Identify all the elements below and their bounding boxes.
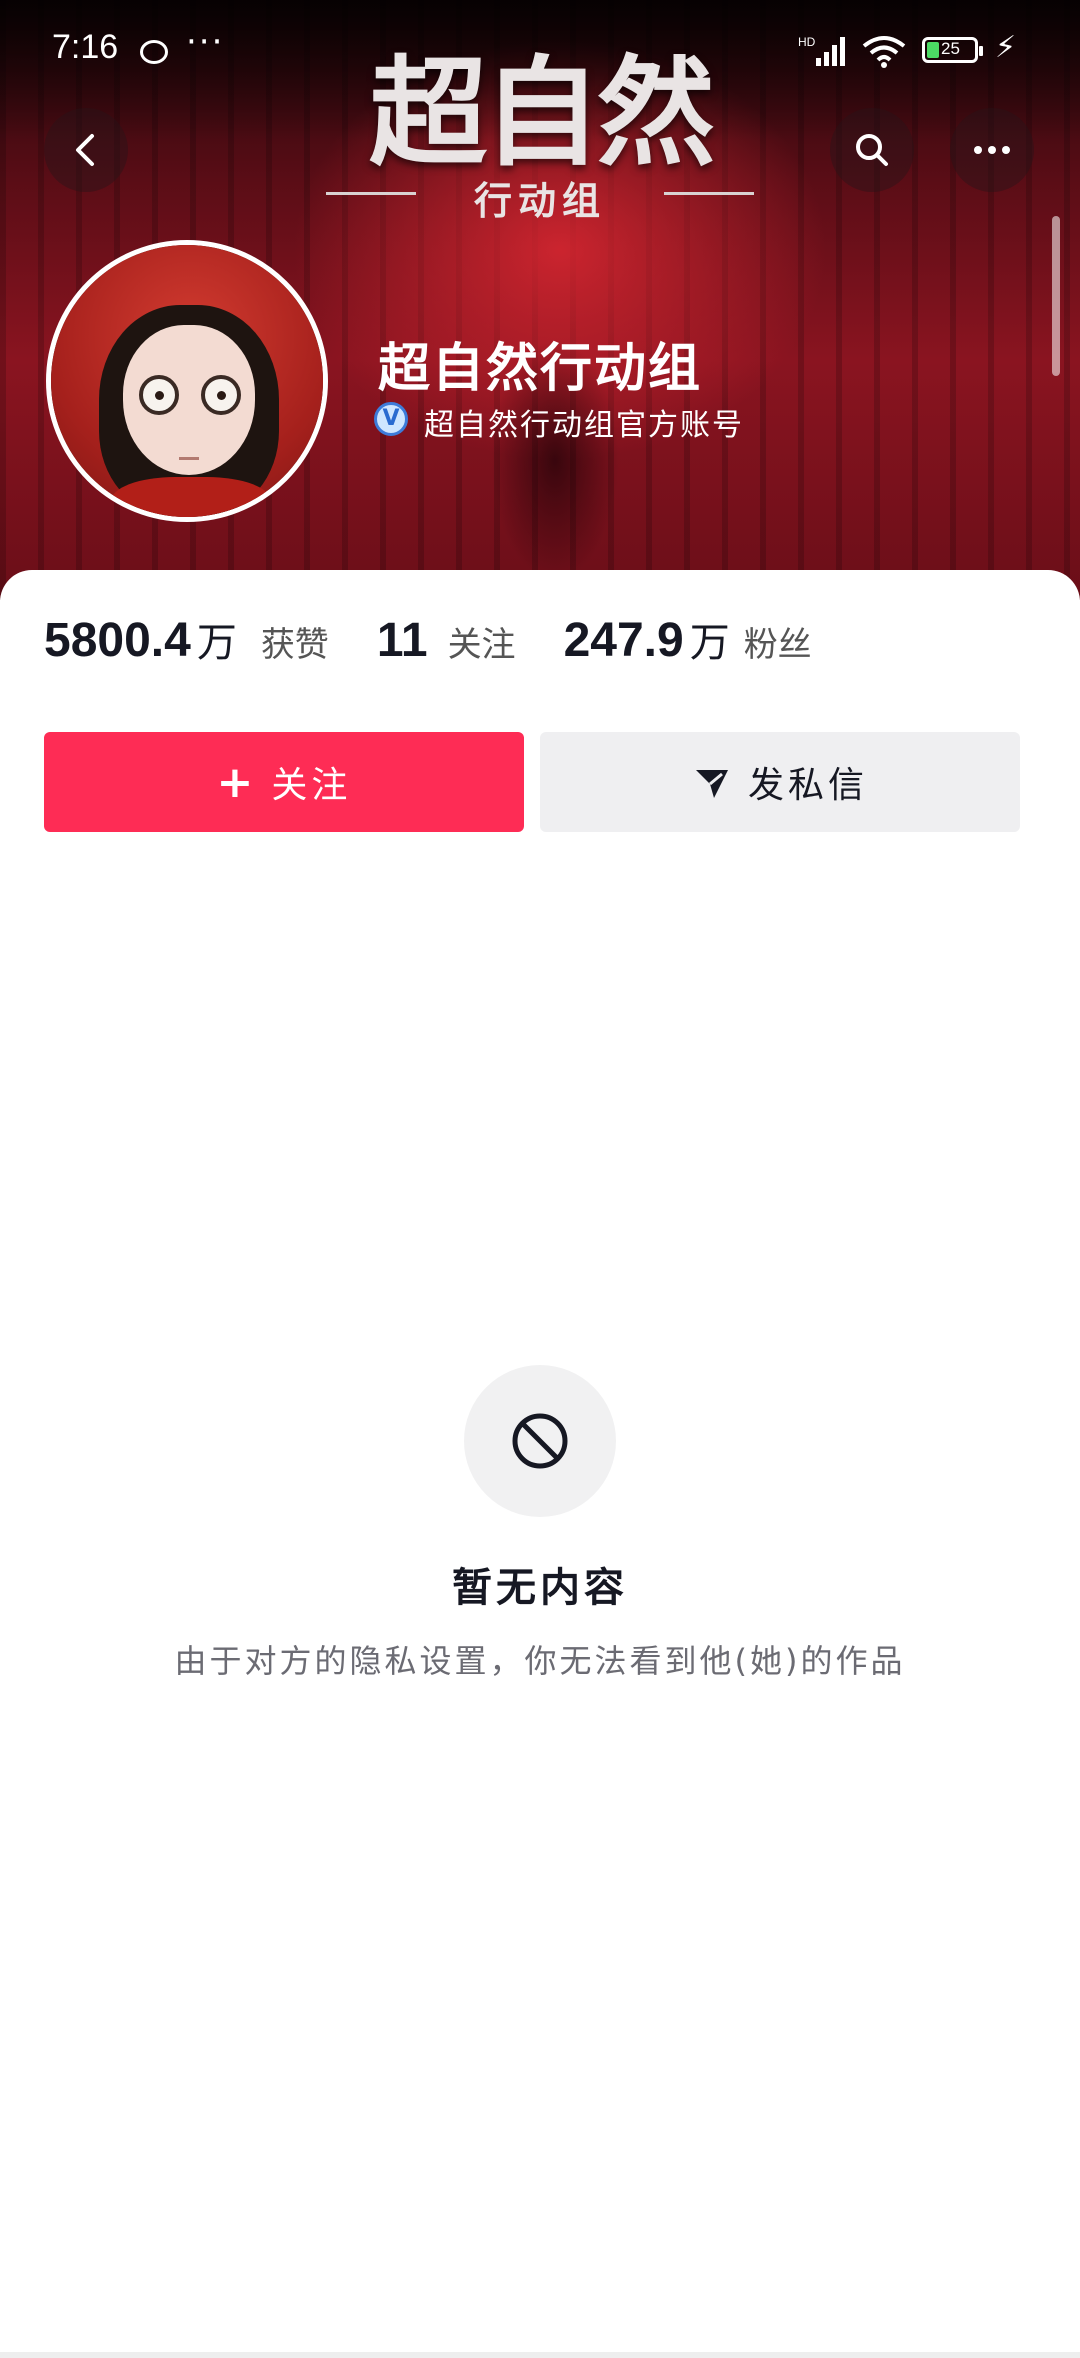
- more-button[interactable]: [950, 108, 1034, 192]
- back-icon: [76, 134, 94, 166]
- message-button[interactable]: 发私信: [540, 732, 1020, 832]
- profile-card: 5800.4 万 获赞 11 关注 247.9 万 粉丝 + 关注 发私信 暂无…: [0, 570, 1080, 2358]
- status-more-indicator: ···: [186, 22, 225, 62]
- scrollbar[interactable]: [1052, 216, 1060, 376]
- avatar[interactable]: [46, 240, 328, 522]
- message-button-label: 发私信: [747, 765, 868, 806]
- avatar-eye-right: [201, 375, 241, 415]
- followers-label[interactable]: 粉丝: [744, 617, 812, 666]
- empty-state-title: 暂无内容: [452, 1565, 628, 1611]
- profile-name: 超自然行动组: [378, 339, 703, 399]
- plus-icon: +: [216, 756, 258, 808]
- more-icon: [974, 146, 1010, 154]
- avatar-collar: [111, 477, 271, 517]
- charging-icon: ⚡: [995, 30, 1017, 65]
- likes-label: 获赞: [260, 625, 329, 665]
- follow-button[interactable]: + 关注: [44, 732, 524, 832]
- stats-row: 5800.4 万 获赞 11 关注 247.9 万 粉丝: [44, 610, 812, 670]
- back-button[interactable]: [44, 108, 128, 192]
- send-icon: [695, 770, 728, 798]
- followers-unit: 万: [689, 620, 730, 666]
- logo-subtitle: 行动组: [290, 170, 790, 225]
- battery-level: 25: [941, 39, 960, 58]
- blocked-icon: [512, 1413, 568, 1469]
- network-label: HD: [798, 35, 816, 49]
- battery-fill: [927, 42, 939, 58]
- avatar-eye-left: [139, 375, 179, 415]
- following-count[interactable]: 11: [377, 613, 428, 668]
- notification-icon: [140, 40, 168, 64]
- verified-text: 超自然行动组官方账号: [424, 408, 744, 443]
- signal-icon: HD: [798, 35, 845, 66]
- status-time: 7:16: [52, 28, 119, 66]
- avatar-mouth: [179, 457, 199, 460]
- verified-icon: V: [374, 402, 408, 436]
- bottom-edge: [0, 2352, 1080, 2358]
- following-label[interactable]: 关注: [448, 617, 516, 666]
- wifi-icon: [862, 36, 906, 68]
- followers-count[interactable]: 247.9: [564, 613, 684, 668]
- likes-count: 5800.4: [44, 614, 191, 667]
- search-icon: [856, 134, 888, 166]
- likes-unit: 万: [196, 620, 237, 666]
- empty-state-description: 由于对方的隐私设置，你无法看到他(她)的作品: [174, 1642, 906, 1680]
- empty-state-icon-wrap: [464, 1365, 616, 1517]
- status-bar: 7:16 ··· HD 25 ⚡: [0, 0, 1080, 100]
- battery-icon: 25: [922, 37, 983, 63]
- follow-button-label: 关注: [271, 765, 352, 806]
- search-button[interactable]: [830, 108, 914, 192]
